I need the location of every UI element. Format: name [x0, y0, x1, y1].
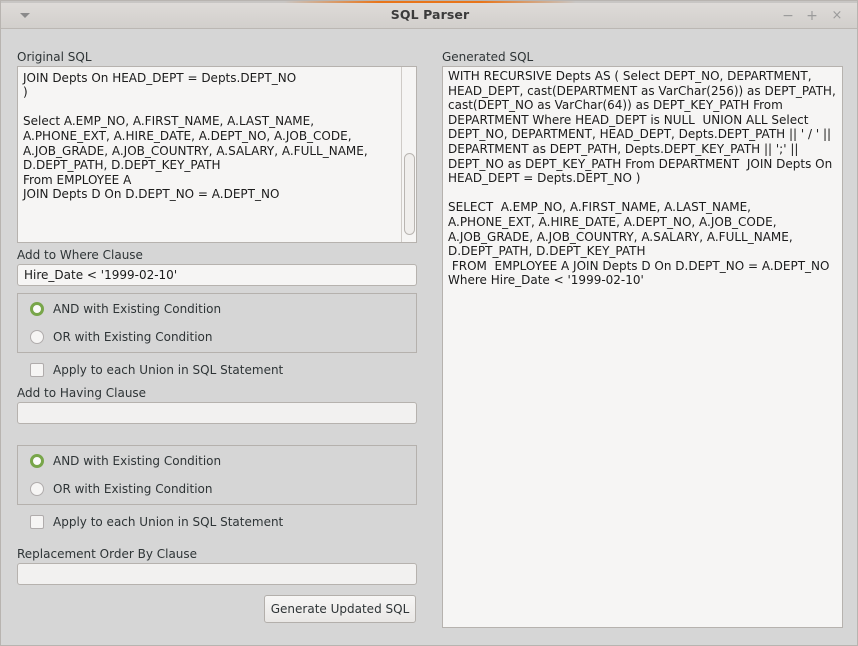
where-clause-label: Add to Where Clause — [17, 248, 143, 262]
order-by-input[interactable] — [17, 563, 417, 585]
where-radio-and[interactable]: AND with Existing Condition — [30, 302, 221, 316]
having-clause-label: Add to Having Clause — [17, 386, 147, 400]
original-sql-scrollbar[interactable] — [401, 67, 416, 242]
app-window: SQL Parser − + × Original SQL From DEPAR… — [0, 0, 858, 646]
where-radio-or-label: OR with Existing Condition — [53, 330, 213, 344]
having-union-checkbox-label: Apply to each Union in SQL Statement — [53, 515, 284, 529]
close-button[interactable]: × — [828, 7, 846, 25]
where-radio-or[interactable]: OR with Existing Condition — [30, 330, 212, 344]
radio-indicator-and[interactable] — [30, 454, 44, 468]
generated-sql-label: Generated SQL — [442, 50, 534, 64]
generate-updated-sql-button[interactable]: Generate Updated SQL — [264, 595, 416, 623]
generated-sql-text: WITH RECURSIVE Depts AS ( Select DEPT_NO… — [448, 69, 836, 288]
order-by-label: Replacement Order By Clause — [17, 547, 198, 561]
where-clause-input[interactable] — [17, 264, 417, 286]
where-radio-and-label: AND with Existing Condition — [53, 302, 222, 316]
having-union-checkbox-row[interactable]: Apply to each Union in SQL Statement — [30, 515, 283, 529]
where-union-checkbox[interactable] — [30, 363, 44, 377]
having-radio-or[interactable]: OR with Existing Condition — [30, 482, 212, 496]
maximize-button[interactable]: + — [803, 7, 821, 25]
radio-indicator-and[interactable] — [30, 302, 44, 316]
window-title: SQL Parser — [390, 7, 470, 22]
having-radio-or-label: OR with Existing Condition — [53, 482, 213, 496]
where-union-checkbox-row[interactable]: Apply to each Union in SQL Statement — [30, 363, 283, 377]
radio-indicator-or[interactable] — [30, 482, 44, 496]
generated-sql-textarea[interactable]: WITH RECURSIVE Depts AS ( Select DEPT_NO… — [442, 66, 843, 628]
minimize-button[interactable]: − — [779, 7, 797, 25]
radio-indicator-or[interactable] — [30, 330, 44, 344]
original-sql-textarea[interactable]: From DEPARTMENT JOIN Depts On HEAD_DEPT … — [17, 66, 417, 243]
scrollbar-thumb[interactable] — [404, 153, 415, 235]
title-bar[interactable]: SQL Parser − + × — [1, 3, 857, 29]
having-clause-input[interactable] — [17, 402, 417, 424]
original-sql-text: From DEPARTMENT JOIN Depts On HEAD_DEPT … — [23, 67, 368, 202]
original-sql-label: Original SQL — [17, 50, 92, 64]
window-content: Original SQL From DEPARTMENT JOIN Depts … — [1, 30, 857, 645]
having-radio-and-label: AND with Existing Condition — [53, 454, 222, 468]
having-radio-and[interactable]: AND with Existing Condition — [30, 454, 221, 468]
having-union-checkbox[interactable] — [30, 515, 44, 529]
where-union-checkbox-label: Apply to each Union in SQL Statement — [53, 363, 284, 377]
